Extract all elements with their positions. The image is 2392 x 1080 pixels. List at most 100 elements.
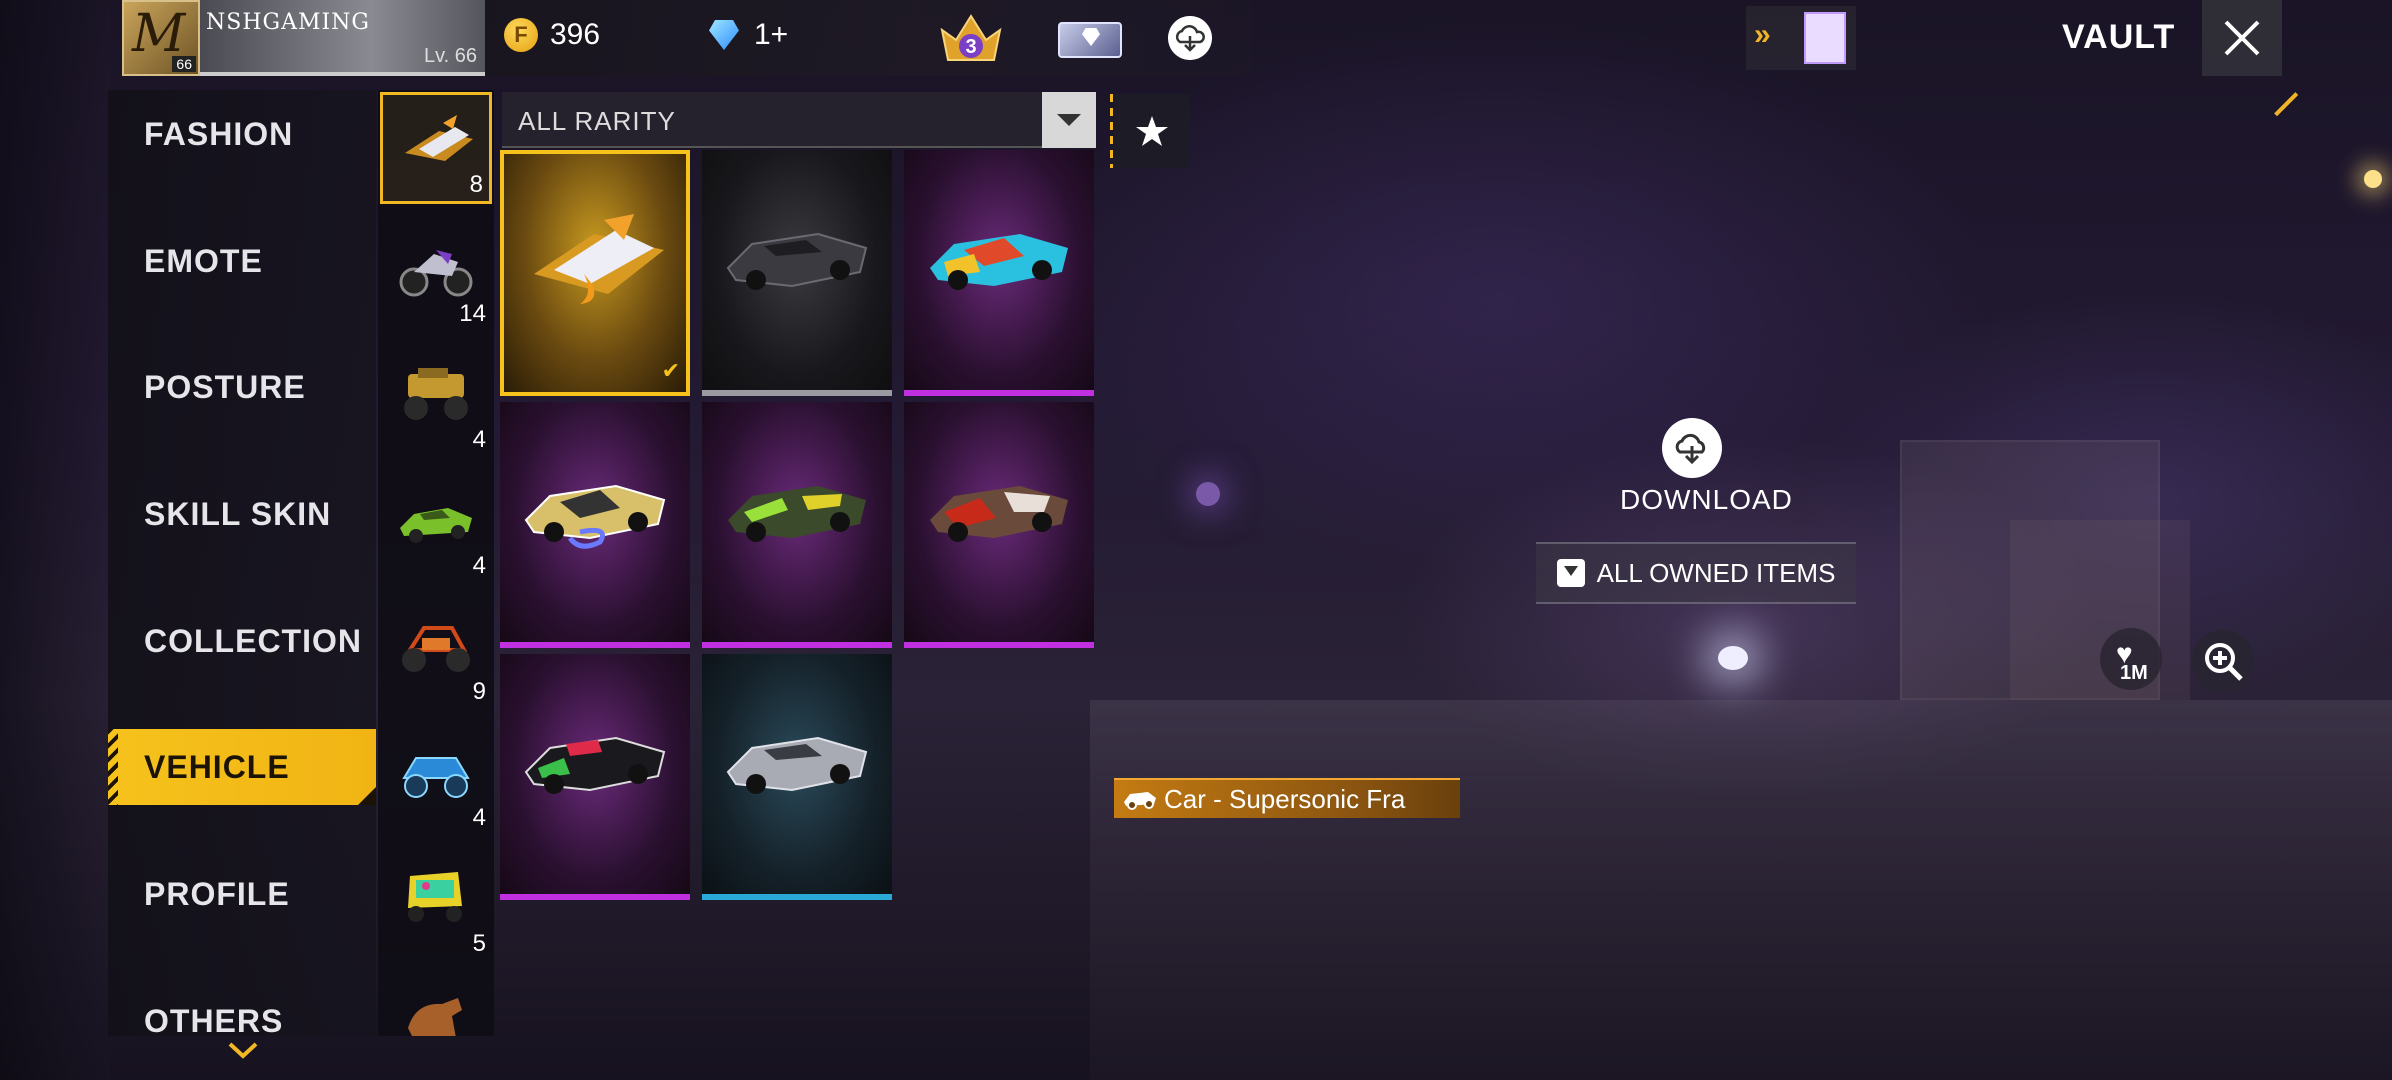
close-icon bbox=[2224, 20, 2260, 56]
level-progress-bar bbox=[200, 72, 485, 76]
background-crate bbox=[2010, 520, 2190, 700]
diamond-card-icon[interactable] bbox=[1058, 22, 1122, 58]
download-box-icon bbox=[1556, 559, 1585, 587]
gold-s-convertible-icon bbox=[524, 484, 666, 549]
character-card-icon bbox=[1804, 12, 1846, 64]
silver-convertible-icon bbox=[726, 736, 868, 794]
vehicle-type-buggy[interactable]: 9 bbox=[380, 596, 492, 708]
rarity-bar bbox=[904, 390, 1094, 396]
gold-balance[interactable]: F 396 bbox=[504, 18, 600, 52]
zoom-in-icon bbox=[2205, 643, 2243, 681]
category-collection[interactable]: COLLECTION bbox=[108, 603, 376, 679]
download-label[interactable]: DOWNLOAD bbox=[1620, 484, 1792, 516]
rarity-bar bbox=[702, 390, 892, 396]
rarity-dropdown-label: ALL RARITY bbox=[518, 106, 676, 136]
monster-truck-icon bbox=[404, 368, 468, 420]
sports-car-icon bbox=[400, 508, 472, 543]
vehicle-type-count: 4 bbox=[472, 552, 486, 579]
background-light bbox=[2364, 170, 2382, 188]
like-count: 1M bbox=[2120, 662, 2148, 684]
background-light bbox=[1196, 482, 1220, 506]
vehicle-item-card[interactable] bbox=[904, 150, 1094, 396]
all-owned-items-button[interactable]: ALL OWNED ITEMS bbox=[1536, 542, 1856, 604]
avatar-emblem-icon: M bbox=[132, 4, 186, 64]
double-chevron-icon: » bbox=[1754, 18, 1771, 51]
category-vehicle[interactable]: VEHICLE bbox=[108, 729, 376, 805]
buggy-icon bbox=[402, 626, 470, 672]
rarity-dropdown[interactable]: ALL RARITY bbox=[502, 92, 1096, 148]
jeep-icon bbox=[402, 757, 470, 798]
selected-item-name: Car - Supersonic Fra bbox=[1164, 783, 1406, 814]
diamond-icon bbox=[706, 20, 742, 50]
chevron-down-icon bbox=[1042, 92, 1096, 148]
vehicle-type-hoverboard[interactable]: 8 bbox=[380, 92, 492, 204]
rarity-bar bbox=[500, 642, 690, 648]
diamond-amount: 1+ bbox=[754, 18, 789, 51]
category-emote[interactable]: EMOTE bbox=[108, 223, 376, 299]
player-avatar[interactable]: M 66 bbox=[122, 0, 200, 76]
vehicle-type-motorbike[interactable]: 14 bbox=[380, 218, 492, 330]
equipped-check-icon: ✔ bbox=[661, 358, 680, 383]
vehicle-type-count: 4 bbox=[472, 804, 486, 831]
horse-icon bbox=[408, 998, 462, 1036]
car-icon bbox=[1124, 792, 1156, 810]
red-brown-convertible-icon bbox=[930, 486, 1068, 542]
category-skill-skin[interactable]: SKILL SKIN bbox=[108, 476, 376, 552]
black-graffiti-convertible-icon bbox=[524, 736, 666, 794]
vehicle-type-sports-car[interactable]: 4 bbox=[380, 470, 492, 582]
background-light bbox=[1718, 646, 1748, 670]
vehicle-type-count: 9 bbox=[472, 678, 486, 705]
download-button[interactable] bbox=[1662, 418, 1722, 478]
rarity-bar bbox=[702, 894, 892, 900]
category-posture[interactable]: POSTURE bbox=[108, 349, 376, 425]
vehicle-item-card[interactable] bbox=[702, 654, 892, 900]
selected-item-name-tag: Car - Supersonic Fra bbox=[1114, 778, 1460, 818]
chevron-down-icon[interactable] bbox=[226, 1038, 260, 1062]
background-wall bbox=[0, 0, 110, 1080]
rarity-bar bbox=[702, 642, 892, 648]
rank-number: 3 bbox=[965, 36, 976, 58]
rank-crown-icon[interactable]: 3 bbox=[938, 10, 1004, 66]
vehicle-type-count: 14 bbox=[459, 300, 486, 327]
cloud-download-icon bbox=[1675, 433, 1706, 465]
vehicle-type-horse[interactable] bbox=[380, 974, 492, 1036]
vehicle-type-tuk-tuk[interactable]: 5 bbox=[380, 848, 492, 960]
neon-graffiti-convertible-icon bbox=[930, 234, 1068, 290]
page-title: VAULT bbox=[2062, 18, 2176, 56]
close-button[interactable] bbox=[2202, 0, 2282, 76]
player-nameplate[interactable]: NSHGAMING Lv. 66 bbox=[200, 0, 485, 76]
vehicle-item-card[interactable]: ✔ bbox=[500, 150, 690, 396]
vehicle-type-monster-truck[interactable]: 4 bbox=[380, 344, 492, 456]
favorites-button[interactable] bbox=[1110, 94, 1190, 168]
vehicle-type-count: 4 bbox=[472, 426, 486, 453]
gold-amount: 396 bbox=[550, 18, 601, 51]
tuk-tuk-icon bbox=[408, 872, 462, 922]
avatar-level: 66 bbox=[172, 56, 196, 72]
rarity-bar bbox=[904, 642, 1094, 648]
cloud-download-icon[interactable] bbox=[1168, 16, 1212, 60]
zoom-button[interactable] bbox=[2192, 630, 2254, 692]
like-button[interactable]: ♥ 1M bbox=[2100, 628, 2162, 690]
vehicle-type-jeep[interactable]: 4 bbox=[380, 722, 492, 834]
gold-coin-icon: F bbox=[504, 18, 538, 52]
category-profile[interactable]: PROFILE bbox=[108, 856, 376, 932]
player-level: Lv. 66 bbox=[424, 45, 477, 67]
vehicle-item-card[interactable] bbox=[702, 402, 892, 648]
vehicle-item-card[interactable] bbox=[702, 150, 892, 396]
diamond-balance[interactable]: 1+ bbox=[706, 18, 788, 52]
corner-decoration bbox=[2255, 73, 2299, 117]
background-floor bbox=[1090, 700, 2392, 1080]
vehicle-item-card[interactable] bbox=[904, 402, 1094, 648]
motorbike-icon bbox=[399, 250, 473, 297]
grey-convertible-icon bbox=[726, 232, 868, 290]
vehicle-item-card[interactable] bbox=[500, 402, 690, 648]
vehicle-item-card[interactable] bbox=[500, 654, 690, 900]
hoverboard-icon bbox=[405, 115, 473, 161]
player-name: NSHGAMING bbox=[206, 10, 371, 35]
camo-z-convertible-icon bbox=[728, 486, 866, 542]
category-fashion[interactable]: FASHION bbox=[108, 96, 376, 172]
star-icon bbox=[1136, 116, 1168, 146]
all-owned-items-label: ALL OWNED ITEMS bbox=[1596, 557, 1836, 588]
supersonic-fra-car-icon bbox=[534, 214, 664, 304]
collection-shortcut-button[interactable]: » bbox=[1746, 6, 1856, 70]
